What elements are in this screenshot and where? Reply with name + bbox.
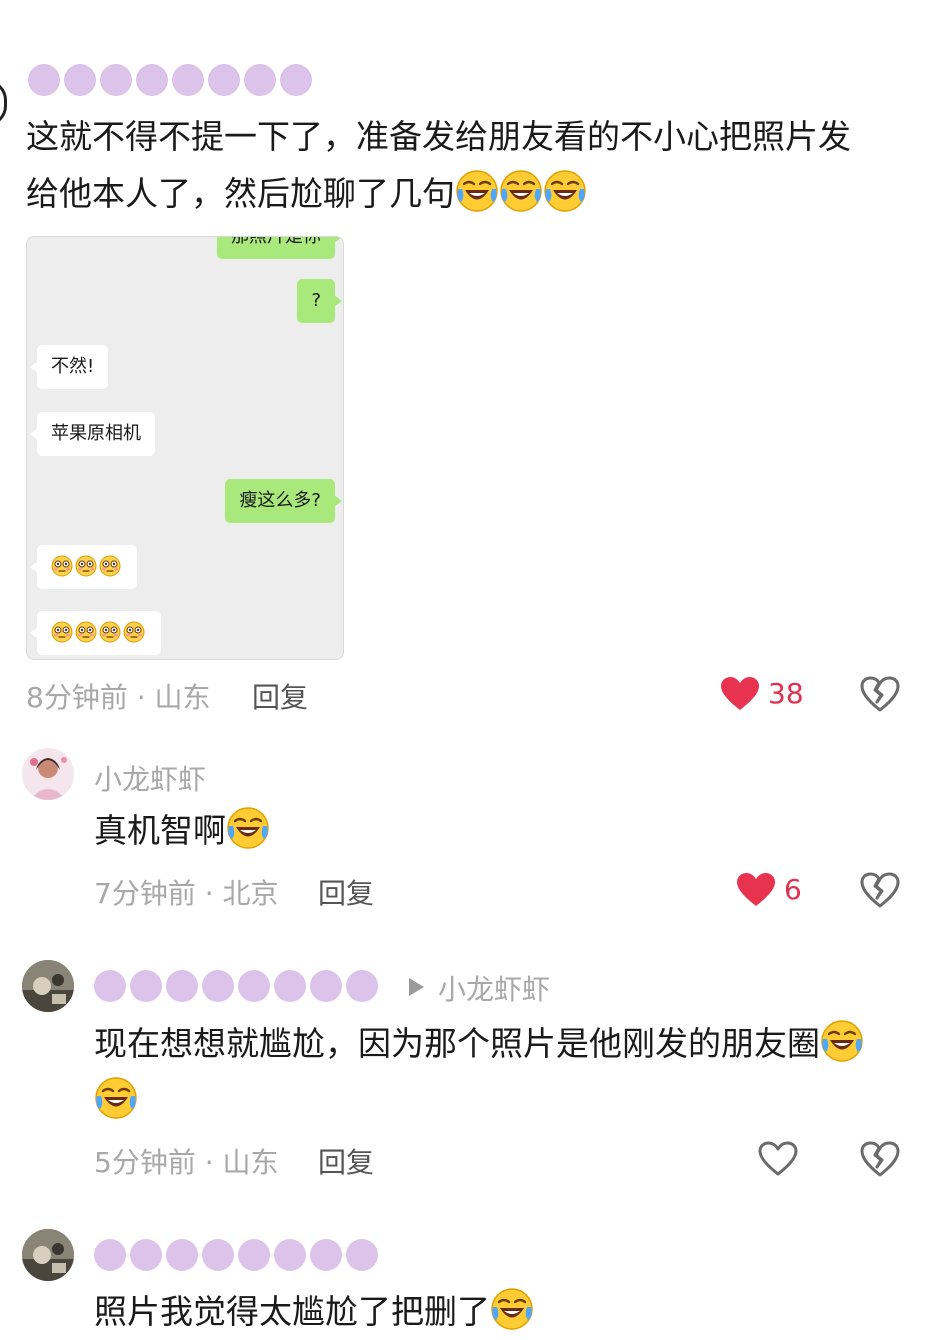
avatar-image — [22, 1229, 74, 1281]
hidden-username[interactable] — [94, 1239, 378, 1271]
laughing-crying-emoji — [226, 806, 270, 850]
hidden-username[interactable] — [28, 64, 312, 96]
reply-button[interactable]: 回复 — [318, 1141, 374, 1181]
reply-text-line1-text: 现在想想就尴尬，因为那个照片是他刚发的朋友圈 — [94, 1024, 820, 1063]
play-arrow-icon — [409, 978, 424, 996]
reply-text: 照片我觉得太尴尬了把删了 — [94, 1284, 534, 1340]
flushed-emoji — [75, 555, 97, 577]
avatar-image — [22, 960, 74, 1012]
partial-avatar-edge — [0, 80, 7, 126]
avatar[interactable] — [22, 960, 74, 1012]
laughing-crying-emoji — [543, 169, 587, 213]
laughing-crying-emoji — [499, 169, 543, 213]
reply-text-line2 — [94, 1073, 138, 1129]
chat-bubble-right-3: 瘦这么多? — [225, 479, 342, 523]
avatar[interactable] — [22, 748, 74, 800]
heart-outline-icon[interactable] — [758, 1141, 798, 1177]
laughing-crying-emoji — [490, 1287, 534, 1331]
reply-time-location: 5分钟前 · 山东 — [94, 1146, 279, 1179]
dislike-icon[interactable] — [860, 872, 900, 908]
chat-bubble-left-1: 不然! — [29, 345, 109, 389]
comment-time-location: 8分钟前 · 山东 — [26, 681, 211, 714]
heart-filled-icon[interactable] — [736, 872, 776, 908]
like-count: 38 — [768, 677, 804, 710]
chat-bubble-left-2: 苹果原相机 — [30, 412, 155, 456]
dislike-icon[interactable] — [860, 676, 900, 712]
comment-text-line2-text: 给他本人了，然后尬聊了几句 — [26, 174, 455, 213]
chat-bubble-emoji-3 — [30, 545, 137, 589]
username[interactable]: 小龙虾虾 — [94, 758, 206, 798]
reply-button[interactable]: 回复 — [318, 872, 374, 912]
flushed-emoji — [51, 555, 73, 577]
chat-bubble-emoji-4 — [30, 611, 161, 655]
reply-button[interactable]: 回复 — [252, 676, 308, 716]
laughing-crying-emoji — [455, 169, 499, 213]
reply-text: 真机智啊 — [94, 803, 270, 859]
reply-text-content: 照片我觉得太尴尬了把删了 — [94, 1292, 490, 1331]
like-count: 6 — [784, 873, 802, 906]
laughing-crying-emoji — [94, 1076, 138, 1120]
chat-screenshot-image[interactable]: 那照片是你 ? 不然! 苹果原相机 瘦这么多? — [26, 236, 344, 660]
reply-text-content: 真机智啊 — [94, 811, 226, 850]
avatar[interactable] — [22, 1229, 74, 1281]
chat-bubble-partial: 那照片是你 — [217, 237, 342, 259]
flushed-emoji — [99, 621, 121, 643]
flushed-emoji — [123, 621, 145, 643]
reply-time-location: 7分钟前 · 北京 — [94, 877, 279, 910]
comment-text-line2: 给他本人了，然后尬聊了几句 — [26, 166, 587, 222]
flushed-emoji — [51, 621, 73, 643]
flushed-emoji — [75, 621, 97, 643]
reply-to-username[interactable]: 小龙虾虾 — [438, 968, 550, 1008]
comment-text-line1: 这就不得不提一下了，准备发给朋友看的不小心把照片发 — [26, 117, 851, 156]
chat-bubble-question: ? — [297, 279, 342, 323]
hidden-username[interactable] — [94, 970, 378, 1002]
avatar-image — [22, 748, 74, 800]
dislike-icon[interactable] — [860, 1141, 900, 1177]
reply-text-line1: 现在想想就尴尬，因为那个照片是他刚发的朋友圈 — [94, 1016, 864, 1072]
laughing-crying-emoji — [820, 1019, 864, 1063]
flushed-emoji — [99, 555, 121, 577]
heart-filled-icon[interactable] — [720, 676, 760, 712]
